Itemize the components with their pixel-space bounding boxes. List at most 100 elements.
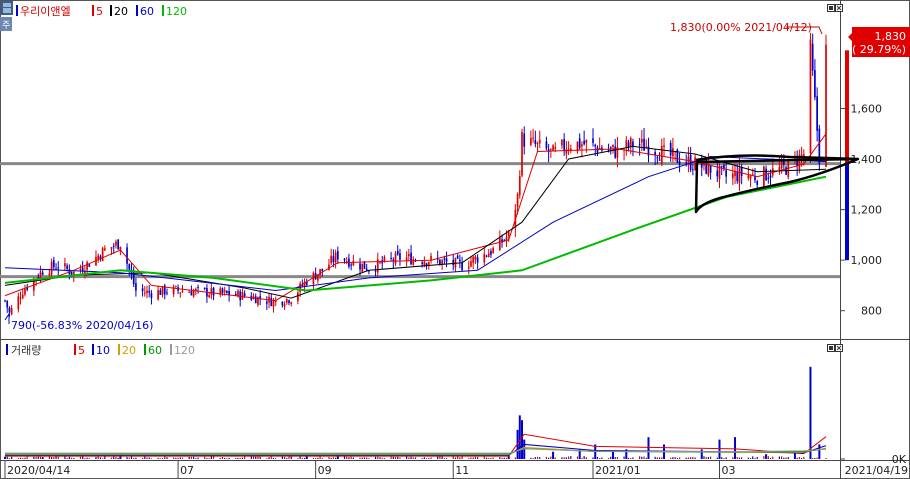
legend-label: 5 [96,5,103,18]
legend-label: 10 [96,344,110,357]
volume-bar [97,456,99,459]
volume-bar [210,456,212,459]
volume-panel-close-icon[interactable] [835,344,843,352]
volume-bar [283,456,286,459]
price-panel-restore-icon[interactable] [827,4,835,12]
volume-bar [723,458,725,459]
legend-swatch [110,5,112,16]
volume-bar [275,458,277,459]
volume-bar [221,457,224,459]
volume-bar [268,457,270,459]
volume-bar [477,457,479,459]
volume-bar [736,457,738,459]
volume-bar [647,437,650,459]
volume-bar [721,457,723,459]
price-range-bar [845,163,849,261]
volume-bar [672,457,674,459]
side-tab[interactable]: 주 [0,17,12,31]
volume-bar [259,456,261,459]
volume-bar [454,457,457,459]
volume-bar [470,457,472,459]
volume-panel-restore-icon[interactable] [827,344,835,352]
volume-bar [348,457,350,459]
volume-bar [700,449,703,459]
legend-label: 120 [174,344,195,357]
volume-bar [423,457,425,459]
volume-bar [445,458,448,459]
x-tick-label: 03 [721,464,735,477]
volume-bar [778,456,781,459]
volume-bar [812,457,814,459]
volume-bar [421,458,423,459]
candle [521,128,523,178]
volume-bar [366,457,368,459]
volume-bar [803,456,805,459]
volume-bar [568,456,570,459]
volume-bar [550,456,552,459]
volume-bar [616,457,619,459]
volume-bar [290,456,292,459]
volume-bar [539,457,541,459]
legend-swatch [144,344,146,355]
legend-marker [16,5,18,16]
volume-bar [37,456,39,459]
volume-bar [157,457,159,459]
volume-bar [161,458,164,459]
volume-bar [190,456,192,459]
volume-bar [530,457,532,459]
volume-bar [581,457,583,459]
volume-bar [457,456,459,459]
volume-bar [266,458,268,459]
volume-bar [645,457,647,459]
corner-toggle-icon[interactable] [1,1,13,15]
volume-bar [394,456,397,459]
volume-bar [632,457,634,459]
volume-bar [343,456,346,459]
volume-bar [703,456,705,459]
volume-bar [68,456,70,459]
volume-bar [361,457,363,459]
candle [361,263,364,274]
chart-canvas: 주 우리이앤엘 5 20 60 120 거래량 5 10 20 60 120 8… [0,0,910,479]
volume-bar [110,457,113,459]
volume-bar [488,458,490,459]
volume-bar [459,457,461,459]
volume-bar [208,458,210,459]
volume-bar [86,457,88,459]
volume-bar [53,457,55,459]
volume-bar [505,457,508,459]
volume-bar [787,457,789,459]
volume-bar [694,457,696,459]
volume-bar [22,458,24,459]
volume-bar [73,458,75,459]
min-price-annotation: 790(-56.83% 2020/04/16) [11,319,153,332]
candle [818,124,821,171]
volume-bar [472,457,474,459]
volume-bar [237,457,239,459]
last-price-value: 1,830 [875,30,907,43]
price-panel-close-icon[interactable] [835,4,843,12]
volume-bar [117,457,119,459]
y-tick-label: 800 [861,305,882,318]
volume-bar [363,457,366,459]
volume-bar [752,456,754,459]
volume-bar [39,456,42,459]
volume-bar [146,457,148,459]
volume-bar [193,456,195,459]
legend-swatch [74,344,76,355]
legend-label: 20 [122,344,136,357]
volume-bar [443,458,445,459]
volume-bar [82,456,84,459]
volume-bar [658,457,661,459]
volume-bar [692,457,694,459]
volume-bar [765,454,768,459]
x-tick-label: 2020/04/14 [7,464,70,477]
y-tick-label: 1,200 [851,204,883,217]
legend-label: 120 [166,5,187,18]
y-tick-label: 1,000 [851,254,883,267]
volume-bar [19,457,22,459]
volume-bar [430,457,432,459]
volume-bar [563,457,565,459]
volume-bar [641,456,643,459]
volume-bar [235,457,237,459]
